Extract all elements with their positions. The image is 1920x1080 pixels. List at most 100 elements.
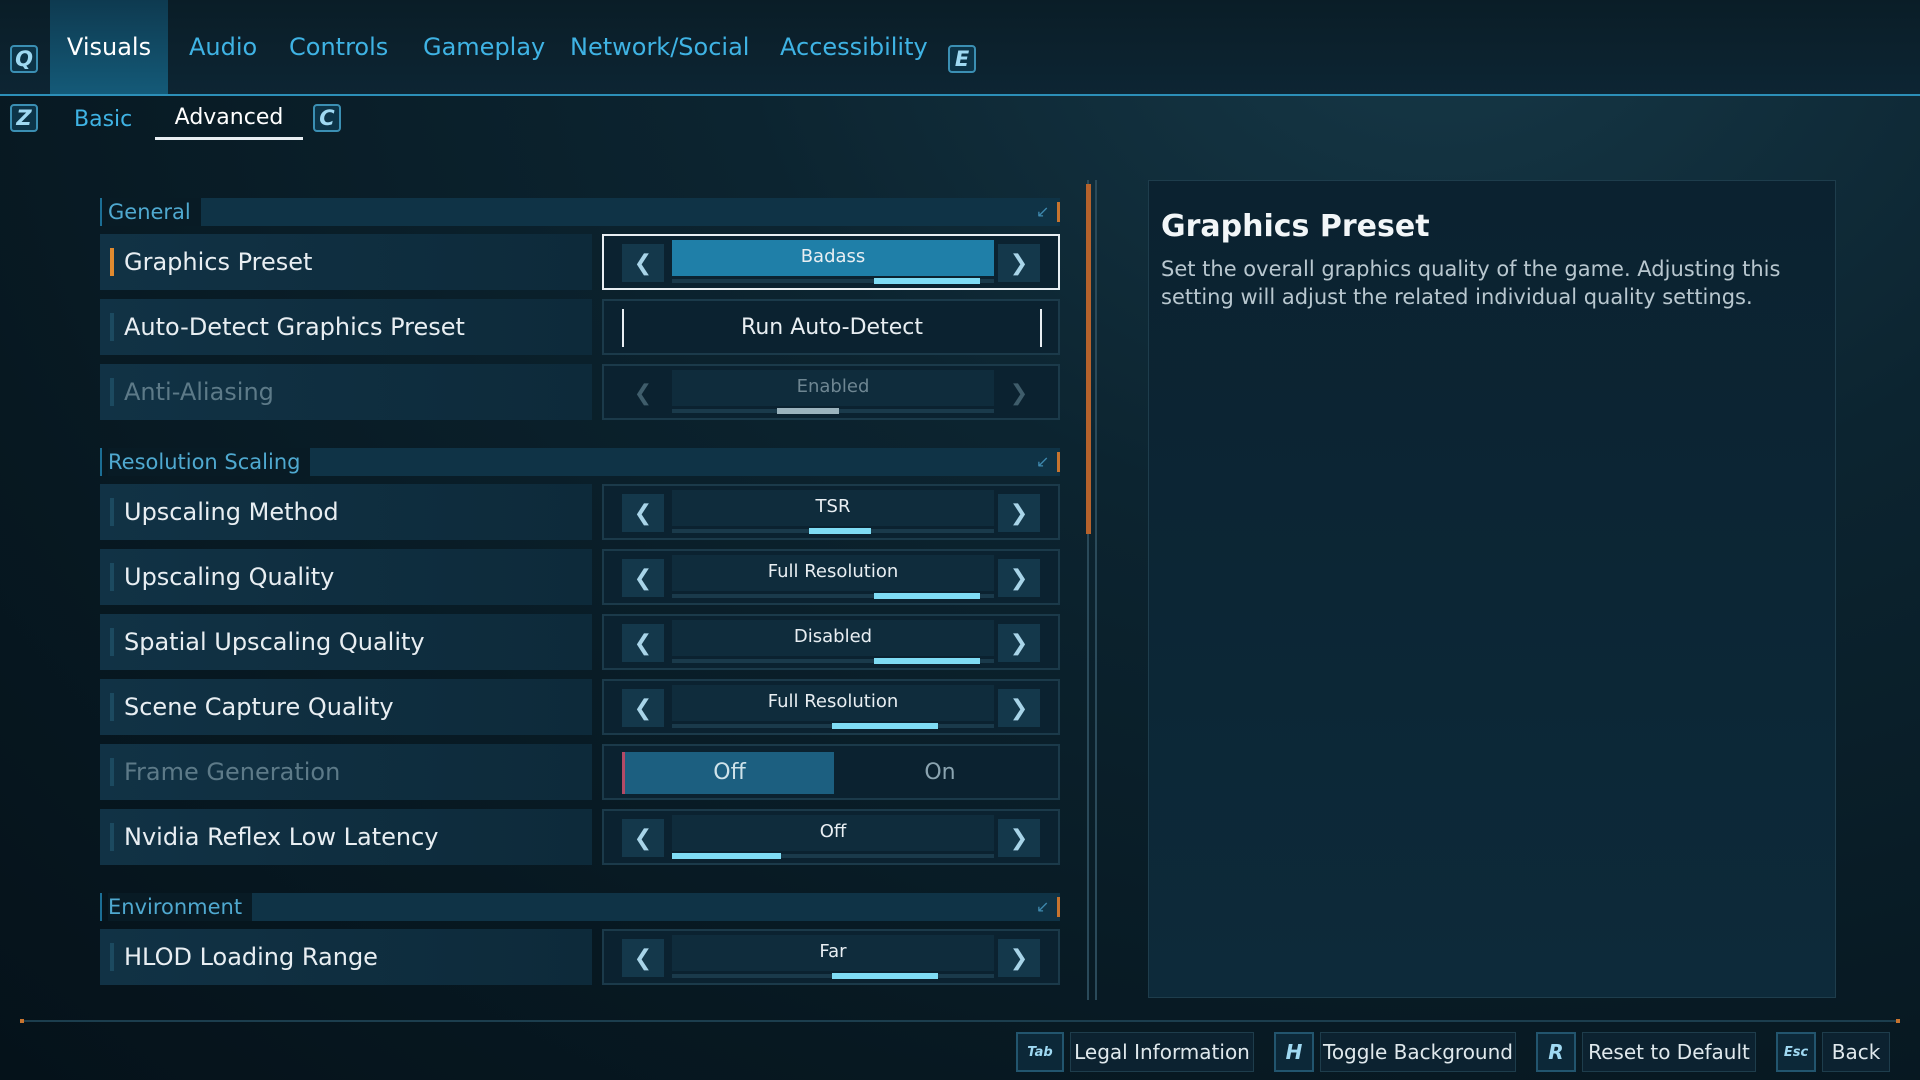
chevron-right-icon[interactable]: ❯: [998, 689, 1040, 727]
prev-tab-key-q[interactable]: Q: [10, 45, 38, 73]
option-selector[interactable]: ❮ Far ❯: [602, 929, 1060, 985]
label-cell: Scene Capture Quality: [100, 679, 592, 735]
option-selector[interactable]: ❮ TSR ❯: [602, 484, 1060, 540]
option-selector: ❮ Enabled ❯: [602, 364, 1060, 420]
divider-dot: [20, 1019, 24, 1023]
setting-label: Anti-Aliasing: [124, 378, 274, 406]
chevron-right-icon[interactable]: ❯: [998, 494, 1040, 532]
setting-label: Frame Generation: [124, 758, 341, 786]
label-cell: Anti-Aliasing: [100, 364, 592, 420]
divider-dot: [1896, 1019, 1900, 1023]
setting-label: Auto-Detect Graphics Preset: [124, 313, 465, 341]
option-selector[interactable]: ❮ Badass ❯: [602, 234, 1060, 290]
setting-scene-capture-quality[interactable]: Scene Capture Quality ❮ Full Resolution …: [100, 679, 1060, 735]
label-cell: Graphics Preset: [100, 234, 592, 290]
chevron-left-icon[interactable]: ❮: [622, 494, 664, 532]
section-general: General ↙: [100, 198, 1060, 226]
chevron-right-icon[interactable]: ❯: [998, 939, 1040, 977]
next-tab-key-e[interactable]: E: [948, 45, 976, 73]
chevron-right-icon: ❯: [1009, 380, 1029, 406]
setting-spatial-upscaling-quality[interactable]: Spatial Upscaling Quality ❮ Disabled ❯: [100, 614, 1060, 670]
setting-anti-aliasing: Anti-Aliasing ❮ Enabled ❯: [100, 364, 1060, 420]
settings-scrollbar[interactable]: [1084, 180, 1100, 1000]
level-fill: [832, 973, 938, 979]
setting-label: Nvidia Reflex Low Latency: [124, 823, 439, 851]
value-box: TSR: [672, 490, 994, 526]
setting-label: HLOD Loading Range: [124, 943, 378, 971]
value-box: Off: [672, 815, 994, 851]
h-key-icon[interactable]: H: [1274, 1032, 1314, 1072]
toggle-option-on: On: [924, 760, 956, 785]
chevron-left-icon[interactable]: ❮: [622, 624, 664, 662]
tab-accessibility[interactable]: Accessibility: [780, 0, 928, 94]
next-subtab-key-c[interactable]: C: [313, 104, 341, 132]
chevron-right-icon[interactable]: ❯: [998, 244, 1040, 282]
action-control: Run Auto-Detect: [602, 299, 1060, 355]
chevron-left-icon[interactable]: ❮: [622, 559, 664, 597]
setting-value: Badass: [800, 246, 866, 267]
setting-label: Upscaling Quality: [124, 563, 335, 591]
legal-information-button[interactable]: Legal Information: [1070, 1032, 1254, 1072]
level-fill: [874, 658, 980, 664]
setting-label: Scene Capture Quality: [124, 693, 394, 721]
setting-label: Spatial Upscaling Quality: [124, 628, 425, 656]
esc-key-icon[interactable]: Esc: [1776, 1032, 1816, 1072]
subtab-advanced[interactable]: Advanced: [155, 98, 303, 140]
chevron-right-icon[interactable]: ❯: [998, 624, 1040, 662]
option-selector[interactable]: ❮ Full Resolution ❯: [602, 679, 1060, 735]
section-environment: Environment ↙: [100, 893, 1060, 921]
tab-key-icon[interactable]: Tab: [1016, 1032, 1064, 1072]
level-track: [672, 658, 994, 664]
setting-value: Far: [819, 941, 847, 962]
option-selector[interactable]: ❮ Off ❯: [602, 809, 1060, 865]
setting-upscaling-method[interactable]: Upscaling Method ❮ TSR ❯: [100, 484, 1060, 540]
description-body: Set the overall graphics quality of the …: [1161, 257, 1781, 309]
setting-upscaling-quality[interactable]: Upscaling Quality ❮ Full Resolution ❯: [100, 549, 1060, 605]
run-auto-detect-button[interactable]: Run Auto-Detect: [622, 309, 1042, 347]
chevron-right-icon[interactable]: ❯: [998, 819, 1040, 857]
setting-value: Full Resolution: [767, 691, 899, 712]
setting-nvidia-reflex[interactable]: Nvidia Reflex Low Latency ❮ Off ❯: [100, 809, 1060, 865]
section-marker: [1057, 452, 1060, 472]
chevron-left-icon[interactable]: ❮: [622, 939, 664, 977]
level-fill: [832, 723, 938, 729]
value-box: Full Resolution: [672, 685, 994, 721]
option-selector[interactable]: ❮ Full Resolution ❯: [602, 549, 1060, 605]
toggle-background-button[interactable]: Toggle Background: [1320, 1032, 1516, 1072]
setting-label: Graphics Preset: [124, 248, 313, 276]
setting-auto-detect[interactable]: Auto-Detect Graphics Preset Run Auto-Det…: [100, 299, 1060, 355]
scroll-rail: [1095, 180, 1097, 1000]
tab-controls[interactable]: Controls: [289, 0, 388, 94]
back-button[interactable]: Back: [1822, 1032, 1890, 1072]
scroll-thumb[interactable]: [1086, 184, 1091, 534]
level-fill: [874, 278, 980, 284]
prev-subtab-key-z[interactable]: Z: [10, 104, 38, 132]
reset-to-default-button[interactable]: Reset to Default: [1582, 1032, 1756, 1072]
chevron-left-icon[interactable]: ❮: [622, 689, 664, 727]
collapse-icon[interactable]: ↙: [1036, 203, 1054, 221]
description-panel: Graphics Preset Set the overall graphics…: [1148, 180, 1836, 998]
tab-network-social[interactable]: Network/Social: [570, 0, 749, 94]
label-cell: Spatial Upscaling Quality: [100, 614, 592, 670]
chevron-left-icon[interactable]: ❮: [622, 244, 664, 282]
tab-audio[interactable]: Audio: [189, 0, 257, 94]
toggle-control: Off On: [602, 744, 1060, 800]
collapse-icon[interactable]: ↙: [1036, 898, 1054, 916]
option-selector[interactable]: ❮ Disabled ❯: [602, 614, 1060, 670]
setting-graphics-preset[interactable]: Graphics Preset ❮ Badass ❯: [100, 234, 1060, 290]
chevron-left-icon[interactable]: ❮: [622, 819, 664, 857]
chevron-right-icon[interactable]: ❯: [998, 559, 1040, 597]
r-key-icon[interactable]: R: [1536, 1032, 1576, 1072]
level-fill: [777, 408, 839, 414]
collapse-icon[interactable]: ↙: [1036, 453, 1054, 471]
setting-value: Off: [819, 821, 847, 842]
subtab-basic[interactable]: Basic: [74, 98, 132, 140]
label-cell: Auto-Detect Graphics Preset: [100, 299, 592, 355]
setting-hlod-loading-range[interactable]: HLOD Loading Range ❮ Far ❯: [100, 929, 1060, 985]
section-resolution-scaling: Resolution Scaling ↙: [100, 448, 1060, 476]
level-track: [672, 408, 994, 414]
section-marker: [1057, 897, 1060, 917]
tab-visuals[interactable]: Visuals: [50, 0, 168, 94]
tab-gameplay[interactable]: Gameplay: [423, 0, 545, 94]
section-title: Environment: [108, 893, 253, 921]
